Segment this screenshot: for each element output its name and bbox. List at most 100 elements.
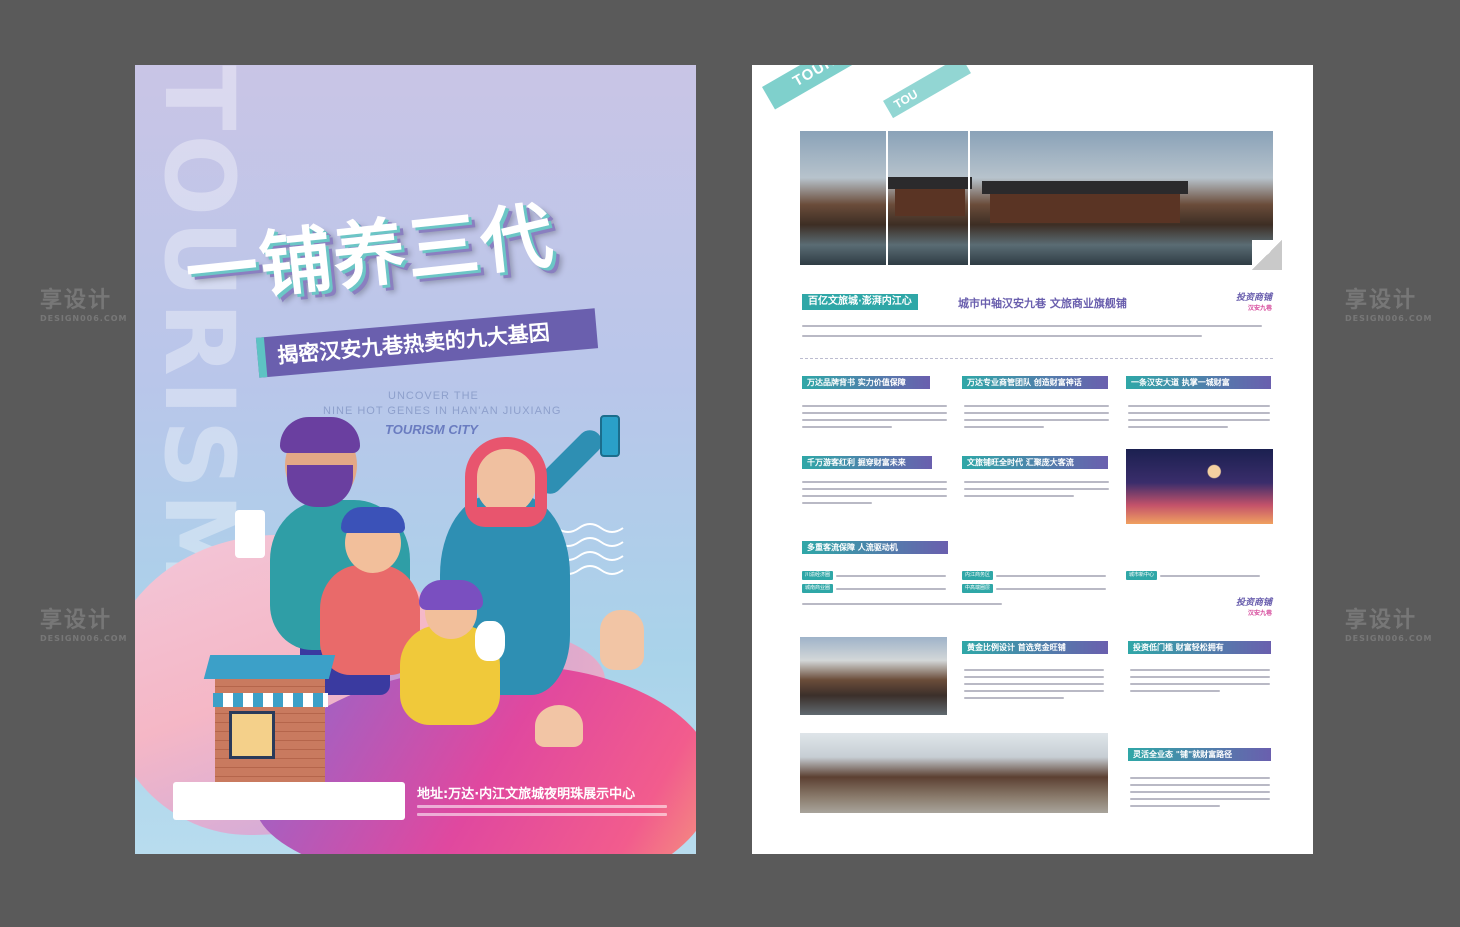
mini-tag: 川渝经济圈 [802, 571, 834, 580]
left-flyer: TOURISM 一铺养三代 揭密汉安九巷热卖的九大基因 UNCOVER THE … [135, 65, 696, 854]
section-tag: 灵活全业态 "铺"就财富路径 [1128, 748, 1271, 761]
paragraph-line [1128, 405, 1270, 407]
heart-hands-icon [535, 705, 583, 747]
brand-logo: 投资商铺 汉安九巷 [1235, 598, 1272, 617]
shop-awning [213, 693, 328, 707]
paragraph-line [802, 481, 947, 483]
boy-hair [341, 507, 405, 533]
section-tag: 黄金比例设计 首选竞金旺铺 [962, 641, 1108, 654]
paragraph-line [836, 575, 946, 577]
temple-photo [800, 733, 1108, 813]
section-divider [800, 358, 1273, 359]
section-tag: 一条汉安大道 执掌一城财富 [1126, 376, 1271, 389]
paragraph-line [1130, 798, 1270, 800]
address-box [173, 782, 405, 820]
paragraph-line [1130, 690, 1220, 692]
mini-tag: 城南商业圈 [802, 584, 834, 593]
paragraph-line [964, 405, 1109, 407]
paragraph-line [1130, 683, 1270, 685]
paragraph-line [802, 325, 1262, 327]
building-shape [990, 191, 1180, 223]
father-hair [280, 417, 360, 453]
paragraph-line [964, 676, 1104, 678]
paragraph-line [1160, 575, 1260, 577]
paragraph-line [964, 690, 1104, 692]
paragraph-line [964, 412, 1109, 414]
paragraph-line [802, 419, 947, 421]
mini-tag: 城市新中心 [1126, 571, 1158, 580]
watermark: 享设计 DESIGN006.COM [1345, 288, 1433, 323]
paragraph-line [996, 588, 1106, 590]
paragraph-line [964, 669, 1104, 671]
mini-tag: 内江商务区 [962, 571, 994, 580]
english-brand: TOURISM CITY [385, 422, 478, 437]
paragraph-line [1130, 805, 1220, 807]
night-photo [1126, 449, 1273, 524]
paragraph-line [1130, 676, 1270, 678]
paragraph-line [1130, 777, 1270, 779]
paragraph-line [996, 575, 1106, 577]
watermark: 享设计 DESIGN006.COM [1345, 608, 1433, 643]
building-roof [982, 181, 1188, 194]
photo-divider [968, 131, 970, 265]
paragraph-line [964, 495, 1074, 497]
corner-ribbon-small: TOU [883, 65, 971, 119]
mini-tag: 中高端圈层 [962, 584, 994, 593]
teddy-bear-icon [475, 621, 505, 661]
paragraph-line [802, 603, 1002, 605]
paragraph-line [802, 405, 947, 407]
paragraph-line [964, 419, 1109, 421]
english-line-1: UNCOVER THE [388, 390, 479, 402]
paragraph-line [1130, 784, 1270, 786]
subheadline: 揭密汉安九巷热卖的九大基因 [276, 320, 551, 369]
brand-logo: 投资商铺 汉安九巷 [1235, 293, 1272, 312]
paragraph-line [802, 502, 872, 504]
building-roof [888, 177, 972, 189]
paragraph-line [802, 495, 947, 497]
intro-tag: 百亿文旅城·澎湃内江心 [802, 294, 918, 310]
section-tag: 多重客流保障 人流驱动机 [802, 541, 948, 554]
paragraph-line [1128, 419, 1270, 421]
paragraph-line [964, 697, 1064, 699]
english-line-2: NINE HOT GENES IN HAN'AN JIUXIANG [323, 405, 562, 417]
hand-gesture-icon [600, 610, 644, 670]
section-tag: 万达品牌背书 实力价值保障 [802, 376, 930, 389]
right-flyer: TOU TOURISM CITY 百亿文旅城·澎湃内江心 城市中轴汉安九巷 文旅… [752, 65, 1313, 854]
paragraph-line [1130, 669, 1270, 671]
paragraph-line [802, 426, 892, 428]
paragraph-line [1128, 412, 1270, 414]
paragraph-line [802, 412, 947, 414]
fine-print-line [417, 805, 667, 808]
paragraph-line [802, 335, 1202, 337]
section-tag: 文旅铺旺全时代 汇聚庞大客流 [962, 456, 1108, 469]
section-tag: 万达专业商管团队 创造财富神话 [962, 376, 1108, 389]
mother-scarf [465, 437, 547, 527]
building-shape [895, 186, 965, 216]
hero-photo [800, 131, 1273, 265]
section-tag: 千万游客红利 掘穿财富未来 [802, 456, 932, 469]
shop-window [229, 711, 275, 759]
paragraph-line [1128, 426, 1228, 428]
watermark: 享设计 DESIGN006.COM [40, 608, 128, 643]
paragraph-line [802, 488, 947, 490]
fine-print-line [417, 813, 667, 816]
paragraph-line [964, 488, 1109, 490]
intro-title: 城市中轴汉安九巷 文旅商业旗舰铺 [958, 297, 1127, 310]
phone-icon [600, 415, 620, 457]
address-text: 地址:万达·内江文旅城夜明珠展示中心 [417, 787, 636, 802]
paragraph-line [964, 683, 1104, 685]
cup-icon [235, 510, 265, 558]
paragraph-line [1130, 791, 1270, 793]
paragraph-line [836, 588, 946, 590]
shop-illustration [203, 655, 336, 785]
section-tag: 投资低门槛 财富轻松拥有 [1128, 641, 1271, 654]
shop-roof [203, 655, 336, 679]
paragraph-line [964, 426, 1044, 428]
watermark: 享设计 DESIGN006.COM [40, 288, 128, 323]
subheadline-banner: 揭密汉安九巷热卖的九大基因 [255, 308, 599, 378]
photo-divider [886, 131, 888, 265]
street-photo [800, 637, 947, 715]
page-curl [1252, 240, 1282, 270]
girl-hair [419, 580, 483, 610]
paragraph-line [964, 481, 1109, 483]
